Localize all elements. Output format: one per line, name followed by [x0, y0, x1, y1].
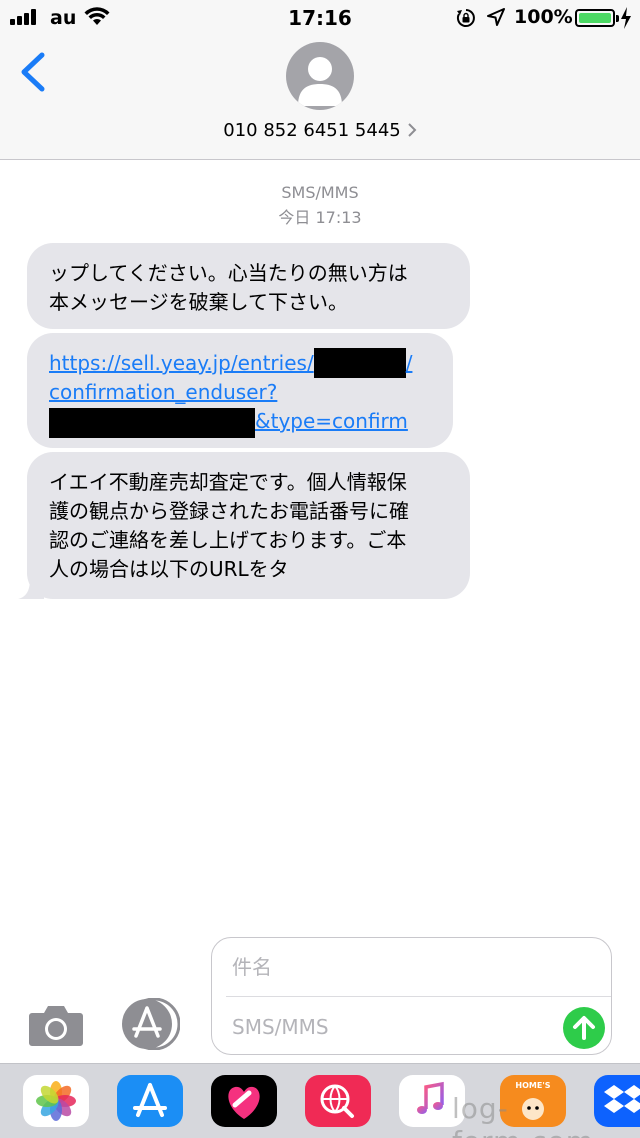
battery-percent: 100%: [514, 6, 573, 28]
contact-avatar[interactable]: [286, 42, 354, 110]
camera-icon[interactable]: [28, 1003, 84, 1047]
url-link[interactable]: https://sell.yeay.jp/entries/: [49, 351, 314, 375]
chevron-right-icon: [408, 123, 417, 137]
app-store-icon[interactable]: [120, 998, 180, 1050]
compose-box: [211, 937, 612, 1055]
location-arrow-icon: [487, 8, 505, 26]
rotation-lock-icon: [456, 9, 475, 27]
conversation-header: 010 852 6451 5445: [0, 36, 640, 160]
redaction-block: [49, 407, 255, 438]
message-text-line: 護の観点から登録されたお電話番号に確: [49, 499, 409, 523]
message-bubble[interactable]: イエイ不動産売却査定です。個人情報保 護の観点から登録されたお電話番号に確 認の…: [18, 452, 470, 599]
compose-divider: [226, 996, 611, 997]
url-link[interactable]: confirmation_enduser?: [49, 380, 277, 404]
url-link[interactable]: /: [406, 351, 413, 375]
message-bubble-link[interactable]: https://sell.yeay.jp/entries/ / confirmat…: [27, 333, 453, 448]
message-bubble[interactable]: ップしてください。心当たりの無い方は 本メッセージを破棄して下さい。: [27, 243, 470, 329]
message-input[interactable]: [232, 1012, 552, 1042]
status-bar: au 17:16 100%: [0, 0, 640, 36]
photos-flower-icon: [36, 1081, 76, 1121]
message-text-line: 人の場合は以下のURLをタ: [49, 557, 289, 581]
web-search-app-icon[interactable]: [305, 1075, 371, 1127]
app-store-a-icon: [133, 1083, 167, 1117]
charging-bolt-icon: [621, 7, 631, 29]
send-button[interactable]: [563, 1007, 605, 1049]
photos-app-icon[interactable]: [23, 1075, 89, 1127]
heart-icon: [228, 1086, 260, 1119]
message-text-line: ップしてください。心当たりの無い方は: [49, 261, 408, 285]
app-store-app-icon[interactable]: [117, 1075, 183, 1127]
url-link[interactable]: &type=confirm: [255, 409, 408, 433]
bubble-tail: [18, 579, 44, 599]
battery-icon: [575, 9, 619, 27]
back-chevron-icon[interactable]: [14, 50, 54, 94]
messages-screen: au 17:16 100% 010 852 6451 5445 SMS/MMS …: [0, 0, 640, 1138]
message-text-line: イエイ不動産売却査定です。個人情報保: [49, 470, 407, 494]
message-text-line: 本メッセージを破棄して下さい。: [49, 290, 348, 314]
person-silhouette-icon: [298, 57, 342, 106]
battery-fill: [579, 13, 611, 23]
digital-touch-app-icon[interactable]: [211, 1075, 277, 1127]
service-label: SMS/MMS: [281, 183, 359, 202]
watermark: log-form.com: [452, 1092, 593, 1138]
subject-input[interactable]: [232, 952, 592, 982]
globe-search-icon: [320, 1084, 354, 1118]
contact-number-row[interactable]: 010 852 6451 5445: [0, 120, 640, 141]
message-timestamp: 今日 17:13: [278, 208, 362, 227]
redaction-block: [313, 347, 406, 378]
message-text-line: 認のご連絡を差し上げております。ご本: [49, 528, 407, 552]
arrow-up-icon: [573, 1016, 595, 1040]
contact-number: 010 852 6451 5445: [223, 120, 401, 141]
